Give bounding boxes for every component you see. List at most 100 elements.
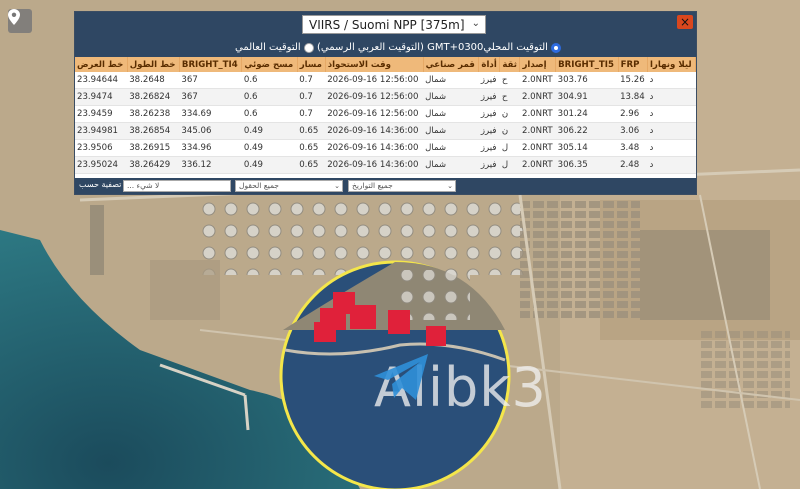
chevron-down-icon: ⌄ [471, 18, 480, 29]
filter-fields-select[interactable]: جميع الحقول ⌄ [235, 180, 343, 192]
table-cell: د [647, 139, 696, 157]
table-cell: 0.6 [241, 72, 298, 89]
table-cell: 0.49 [241, 156, 298, 174]
table-header-row: خط العرض خط الطول BRIGHT_TI4 مسح ضوئي مسار وق… [75, 57, 697, 72]
table-cell: ح [499, 72, 520, 89]
column-header[interactable]: أداة [478, 57, 501, 72]
table-cell: 2.0NRT [519, 156, 556, 174]
timezone-official-label: (التوقيت العربي الرسمي) GMT+0300 [317, 42, 484, 53]
table-cell: 0.7 [297, 72, 326, 89]
table-cell: ح [499, 88, 520, 106]
column-header[interactable]: قمر صناعي [423, 57, 480, 72]
table-cell: 38.2648 [127, 72, 180, 89]
timezone-world-option[interactable]: التوقيت العالمي [235, 42, 317, 53]
table-cell: 2026-09-16 14:36:00 [325, 156, 424, 174]
chevron-down-icon: ⌄ [334, 182, 340, 190]
satellite-select[interactable]: VIIRS / Suomi NPP [375m] ⌄ [302, 15, 486, 34]
table-cell: 0.65 [297, 139, 326, 157]
table-cell: فيرز [478, 72, 500, 89]
table-cell: شمال [423, 156, 479, 174]
column-header[interactable]: ليلا ونهارا [647, 57, 697, 72]
table-cell: 23.94644 [75, 72, 128, 89]
table-cell: 301.24 [555, 105, 619, 123]
column-header[interactable]: BRIGHT_TI5 [555, 57, 619, 72]
table-cell: 0.65 [297, 122, 326, 140]
filter-fields-value: جميع الحقول [239, 181, 279, 190]
close-button[interactable]: × [677, 15, 693, 29]
table-cell: 0.6 [241, 88, 298, 106]
table-cell: 2.0NRT [519, 105, 556, 123]
table-cell: شمال [423, 88, 479, 106]
table-cell: 38.26429 [127, 156, 180, 174]
table-row[interactable]: 23.95024 38.26429 336.12 0.49 0.65 2026-09-16… [75, 156, 696, 174]
table-cell: 0.7 [297, 105, 326, 123]
map-pin-button[interactable] [8, 9, 32, 33]
timezone-local-option[interactable]: (التوقيت العربي الرسمي) GMT+0300 التوقيت… [317, 42, 564, 53]
column-header[interactable]: وقت الاستحواذ [325, 57, 424, 72]
table-cell: شمال [423, 72, 479, 89]
popup-header: VIIRS / Suomi NPP [375m] ⌄ × [75, 12, 696, 40]
table-cell: 23.9506 [75, 139, 128, 157]
table-cell: فيرز [478, 105, 500, 123]
timezone-local-radio[interactable] [550, 42, 561, 53]
table-row[interactable]: 23.94981 38.26854 345.06 0.49 0.65 2026-09-16… [75, 122, 696, 140]
table-cell: 38.26915 [127, 139, 180, 157]
table-cell: 13.84 [618, 88, 648, 106]
table-cell: 2.0NRT [519, 72, 556, 89]
column-header[interactable]: مسح ضوئي [241, 57, 298, 72]
filter-search-input[interactable]: ... لا شيء [123, 180, 231, 192]
table-cell: د [647, 88, 696, 106]
table-cell: 3.48 [618, 139, 648, 157]
telegram-icon [374, 354, 428, 400]
timezone-local-label: التوقيت المحلي [483, 42, 548, 53]
column-header[interactable]: BRIGHT_TI4 [179, 57, 243, 72]
map-pin-icon [8, 9, 20, 25]
column-header[interactable]: FRP [618, 57, 648, 72]
table-cell: شمال [423, 105, 479, 123]
table-cell: 38.26824 [127, 88, 180, 106]
table-cell: 2026-09-16 12:56:00 [325, 105, 424, 123]
table-cell: 2.0NRT [519, 88, 556, 106]
fire-data-table: خط العرض خط الطول BRIGHT_TI4 مسح ضوئي مسار وق… [75, 57, 697, 174]
timezone-world-radio[interactable] [303, 42, 314, 53]
column-header[interactable]: إصدار [519, 57, 557, 72]
table-row[interactable]: 23.9459 38.26238 334.69 0.6 0.7 2026-09-16 12… [75, 105, 696, 123]
column-header[interactable]: خط العرض [75, 57, 128, 72]
table-cell: شمال [423, 122, 479, 140]
table-cell: 334.69 [179, 105, 242, 123]
timezone-selector: (التوقيت العربي الرسمي) GMT+0300 التوقيت… [75, 40, 696, 57]
filter-bar: تصفية حسب ... لا شيء جميع الحقول ⌄ جميع … [75, 178, 696, 194]
table-cell: 367 [179, 88, 242, 106]
table-cell: د [647, 72, 696, 89]
table-cell: 2026-09-16 14:36:00 [325, 122, 424, 140]
table-cell: 2026-09-16 12:56:00 [325, 88, 424, 106]
table-cell: 336.12 [179, 156, 242, 174]
table-cell: 0.49 [241, 139, 298, 157]
watermark: Alibk3 [372, 352, 547, 422]
column-header[interactable]: ثقة [499, 57, 521, 72]
table-cell: 38.26854 [127, 122, 180, 140]
table-cell: 3.06 [618, 122, 648, 140]
table-cell: 0.65 [297, 156, 326, 174]
table-cell: د [647, 156, 696, 174]
timezone-world-label: التوقيت العالمي [235, 42, 301, 53]
table-cell: 2.0NRT [519, 122, 556, 140]
table-row[interactable]: 23.9474 38.26824 367 0.6 0.7 2026-09-16 12:56… [75, 88, 696, 106]
column-header[interactable]: مسار [297, 57, 326, 72]
table-cell: 305.14 [555, 139, 619, 157]
satellite-select-value: VIIRS / Suomi NPP [375m] [309, 17, 465, 32]
table-row[interactable]: 23.9506 38.26915 334.96 0.49 0.65 2026-09-16 … [75, 139, 696, 157]
filter-label: تصفية حسب [79, 180, 122, 189]
table-cell: 23.9474 [75, 88, 128, 106]
table-cell: 304.91 [555, 88, 619, 106]
table-cell: 303.76 [555, 72, 619, 89]
table-cell: ل [499, 139, 520, 157]
table-row[interactable]: 23.94644 38.2648 367 0.6 0.7 2026-09-16 12:56… [75, 72, 696, 89]
table-cell: د [647, 122, 696, 140]
filter-dates-select[interactable]: جميع التواريخ ⌄ [348, 180, 456, 192]
column-header[interactable]: خط الطول [127, 57, 180, 72]
filter-search-placeholder: ... لا شيء [127, 181, 160, 190]
table-cell: 2026-09-16 14:36:00 [325, 139, 424, 157]
table-cell: 23.9459 [75, 105, 128, 123]
table-cell: فيرز [478, 156, 500, 174]
